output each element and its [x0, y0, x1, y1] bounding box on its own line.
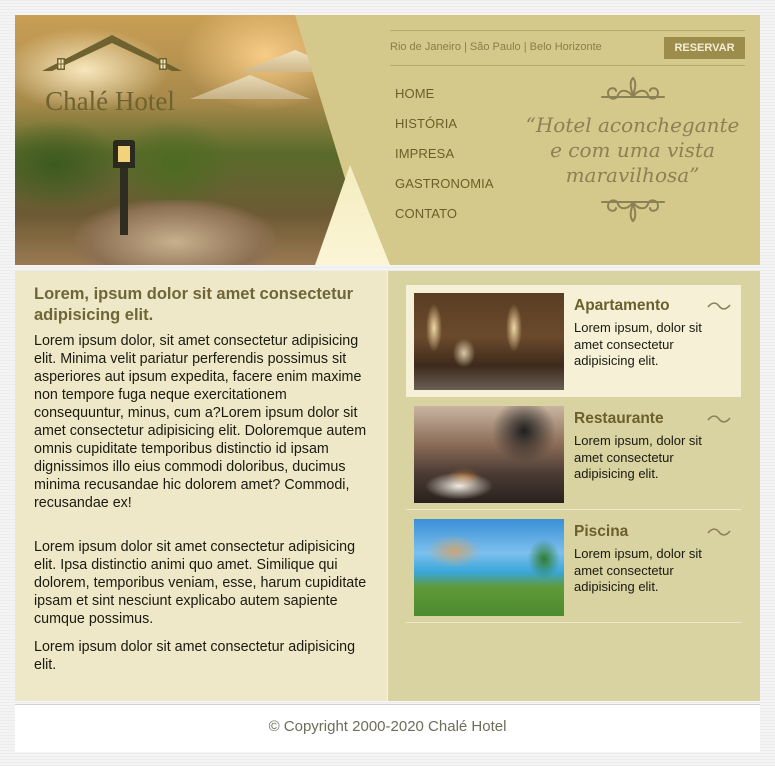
features-sidebar: Apartamento Lorem ipsum, dolor sit amet … [388, 271, 760, 701]
swirl-icon [707, 528, 731, 536]
feature-card-apartamento[interactable]: Apartamento Lorem ipsum, dolor sit amet … [406, 285, 741, 397]
article-paragraph: Lorem ipsum dolor sit amet consectetur a… [34, 639, 356, 673]
card-text: Lorem ipsum, dolor sit amet consectetur … [574, 546, 702, 594]
card-text: Lorem ipsum, dolor sit amet consectetur … [574, 433, 702, 481]
article: Lorem, ipsum dolor sit amet consectetur … [15, 271, 387, 701]
card-title: Apartamento [574, 297, 670, 314]
card-text: Lorem ipsum, dolor sit amet consectetur … [574, 320, 702, 368]
feature-card-piscina[interactable]: Piscina Lorem ipsum, dolor sit amet cons… [406, 511, 741, 623]
footer: © Copyright 2000-2020 Chalé Hotel [15, 704, 760, 752]
page: Chalé Hotel Rio de Janeiro | São Paulo |… [15, 15, 760, 752]
garden-lamp [113, 140, 135, 235]
article-heading: Lorem, ipsum dolor sit amet consectetur … [34, 285, 354, 324]
rocks-shape [75, 200, 275, 265]
article-paragraph: Lorem ipsum dolor, sit amet consectetur … [34, 333, 367, 511]
card-title: Piscina [574, 523, 629, 540]
ornament-bottom-icon [600, 199, 665, 223]
quote-line: maravilhosa” [565, 163, 700, 187]
nav-item-contato[interactable]: CONTATO [395, 205, 494, 235]
apartment-image [414, 293, 564, 390]
quote-line: “Hotel aconchegante [525, 113, 740, 137]
header: Chalé Hotel Rio de Janeiro | São Paulo |… [15, 15, 760, 265]
article-paragraph: Lorem ipsum dolor sit amet consectetur a… [34, 539, 367, 627]
topbar: Rio de Janeiro | São Paulo | Belo Horizo… [390, 30, 745, 66]
main-content: Lorem, ipsum dolor sit amet consectetur … [15, 271, 760, 701]
nav-item-historia[interactable]: HISTÓRIA [395, 115, 494, 145]
hotel-quote: “Hotel aconchegante e com uma vista mara… [515, 113, 750, 188]
logo-text: Chalé Hotel [45, 86, 175, 116]
logo[interactable]: Chalé Hotel [35, 33, 185, 115]
card-title: Restaurante [574, 410, 664, 427]
ornament-top-icon [600, 76, 665, 100]
house-roof-icon [42, 35, 182, 71]
umbrella-shape [240, 50, 350, 73]
pool-image [414, 519, 564, 616]
copyright-text: © Copyright 2000-2020 Chalé Hotel [268, 718, 507, 735]
quote-block: “Hotel aconchegante e com uma vista mara… [515, 75, 750, 250]
swirl-icon [707, 302, 731, 310]
cities-list: Rio de Janeiro | São Paulo | Belo Horizo… [390, 41, 602, 53]
quote-line: e com uma vista [550, 138, 715, 162]
umbrella-shape [190, 75, 310, 99]
restaurant-image [414, 406, 564, 503]
nav-item-home[interactable]: HOME [395, 85, 494, 115]
nav-item-gastronomia[interactable]: GASTRONOMIA [395, 175, 494, 205]
nav-item-impresa[interactable]: IMPRESA [395, 145, 494, 175]
feature-card-restaurante[interactable]: Restaurante Lorem ipsum, dolor sit amet … [406, 398, 741, 510]
main-nav: HOME HISTÓRIA IMPRESA GASTRONOMIA CONTAT… [395, 85, 494, 235]
reserve-button[interactable]: RESERVAR [664, 37, 745, 59]
swirl-icon [707, 415, 731, 423]
